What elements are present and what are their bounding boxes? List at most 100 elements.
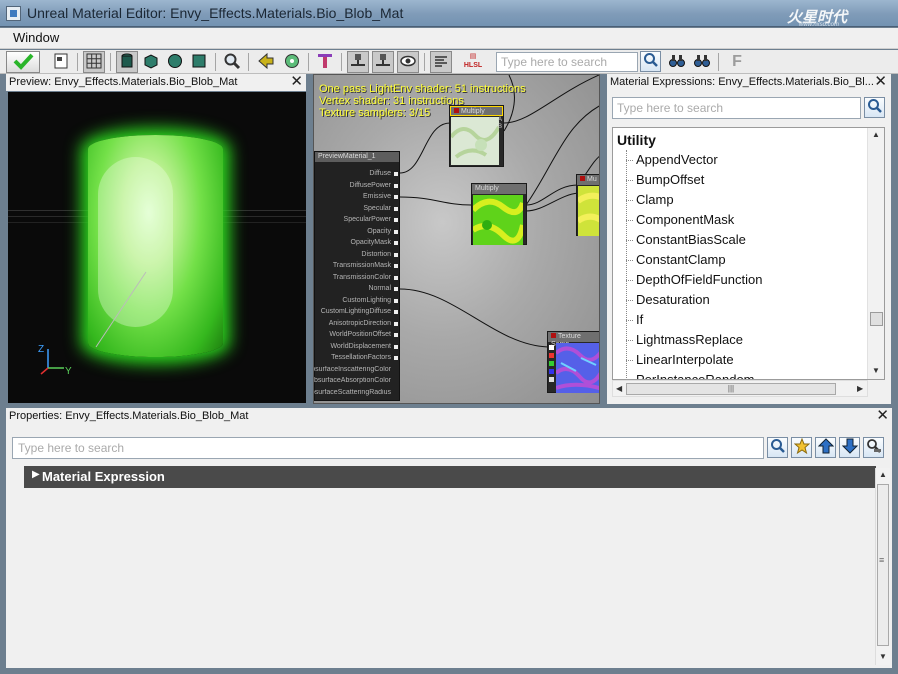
expressions-search-input[interactable]: Type here to search (612, 97, 861, 119)
expressions-hscroll-thumb[interactable]: ||| (626, 383, 836, 395)
material-result-node[interactable]: PreviewMaterial_1 Diffuse DiffusePower E… (314, 151, 400, 401)
pin-specular[interactable]: Specular (363, 205, 398, 212)
menu-window[interactable]: Window (13, 30, 59, 45)
scroll-left-arrow-icon[interactable]: ◀ (616, 384, 622, 393)
tree-item[interactable]: LinearInterpolate (626, 352, 734, 367)
find-next-button[interactable] (691, 51, 713, 73)
tree-item[interactable]: DepthOfFieldFunction (625, 272, 762, 287)
multiply-node-1[interactable]: Multiply A B (449, 105, 504, 167)
toggle-stats-button[interactable] (397, 51, 419, 73)
properties-search-input[interactable]: Type here to search (12, 437, 764, 459)
hide-connectors-button[interactable] (372, 51, 394, 73)
pin-normal[interactable]: Normal (368, 285, 398, 292)
expressions-close-button[interactable]: ✕ (874, 74, 887, 89)
scroll-right-arrow-icon[interactable]: ▶ (857, 384, 863, 393)
scroll-up-arrow-icon[interactable]: ▲ (872, 130, 880, 139)
multiply-node-2[interactable]: Multiply (471, 183, 527, 245)
node-collapse-icon (551, 333, 556, 338)
toolbar-separator (424, 53, 425, 71)
tree-item[interactable]: ConstantBiasScale (626, 232, 746, 247)
expressions-vertical-scrollbar[interactable]: ▲ ▼ (867, 128, 884, 379)
pin-diffuse[interactable]: Diffuse (369, 170, 398, 177)
collapse-all-button[interactable] (815, 437, 836, 458)
tree-item[interactable]: Desaturation (626, 292, 710, 307)
tree-item[interactable]: PerInstanceRandom (636, 372, 755, 379)
expand-all-button[interactable] (839, 437, 860, 458)
toolbar-search-button[interactable] (640, 51, 661, 72)
texture-sample-preview (556, 343, 599, 393)
pin-emissive[interactable]: Emissive (363, 193, 399, 200)
wire (399, 122, 451, 174)
expressions-search-button[interactable] (864, 97, 885, 118)
sync-browser-button[interactable] (50, 51, 72, 73)
pin-world-displacement[interactable]: WorldDisplacement (330, 343, 398, 350)
pin-a-label: A (497, 117, 502, 123)
toolbar-search-input[interactable]: Type here to search (496, 52, 638, 72)
properties-scroll-thumb[interactable]: ≡ (877, 484, 889, 646)
binoculars-next-icon (694, 55, 710, 67)
plane-preview-button[interactable] (188, 51, 210, 73)
pin-anisotropic-direction[interactable]: AnisotropicDirection (329, 320, 399, 327)
pin-opacity[interactable]: Opacity (367, 228, 398, 235)
category-material-expression[interactable]: ▶ Material Expression (24, 466, 876, 488)
properties-panel-header: Properties: Envy_Effects.Materials.Bio_B… (6, 408, 892, 425)
pin-transmission-mask[interactable]: TransmissionMask (333, 262, 399, 269)
go-to-node-button[interactable] (255, 51, 277, 73)
show-connectors-button[interactable] (347, 51, 369, 73)
cylinder-preview-button[interactable] (116, 51, 138, 73)
plane-icon (192, 54, 206, 68)
multiply-node-3[interactable]: Mu (576, 174, 599, 236)
pin-opacity-mask[interactable]: OpacityMask (351, 239, 399, 246)
multiply-node-3-preview (578, 186, 599, 236)
find-previous-button[interactable] (666, 51, 688, 73)
pin-distortion[interactable]: Distortion (361, 251, 398, 258)
pin-world-position-offset[interactable]: WorldPositionOffset (329, 331, 398, 338)
clean-unused-button[interactable] (314, 51, 336, 73)
pin-custom-lighting[interactable]: CustomLighting (342, 297, 398, 304)
tree-item[interactable]: LightmassReplace (626, 332, 743, 347)
property-options-button[interactable] (863, 437, 884, 458)
find-usage-button[interactable]: F (726, 51, 748, 73)
expressions-tree[interactable]: Utility AppendVector BumpOffset Clamp Co… (612, 127, 885, 380)
pin-custom-lighting-diffuse[interactable]: CustomLightingDiffuse (321, 308, 399, 315)
toggle-text-button[interactable] (430, 51, 452, 73)
pin-subsurface-absorption-color[interactable]: SubsurfaceAbsorptionColor (314, 377, 391, 384)
cube-preview-button[interactable] (140, 51, 162, 73)
scroll-up-arrow-icon[interactable]: ▲ (879, 470, 887, 479)
favorites-button[interactable] (791, 437, 812, 458)
expand-triangle-icon[interactable]: ▶ (32, 469, 40, 480)
realtime-preview-button[interactable] (281, 51, 303, 73)
pin-diffuse-power[interactable]: DiffusePower (349, 182, 398, 189)
apply-button[interactable] (6, 51, 40, 73)
scroll-down-arrow-icon[interactable]: ▼ (879, 652, 887, 661)
pin-subsurface-inscattering-color[interactable]: SubsurfaceInscatteringColor (314, 366, 391, 373)
pin-subsurface-scattering-radius[interactable]: SubsurfaceScatteringRadius (314, 389, 391, 396)
sphere-preview-button[interactable] (164, 51, 186, 73)
tree-item[interactable]: ConstantClamp (626, 252, 726, 267)
preview-close-button[interactable]: ✕ (290, 74, 303, 89)
tree-item[interactable]: BumpOffset (625, 172, 704, 187)
properties-search-button[interactable] (767, 437, 788, 458)
menu-bar: Window (0, 28, 898, 49)
pin-transmission-color[interactable]: TransmissionColor (333, 274, 399, 281)
properties-close-button[interactable]: ✕ (876, 408, 889, 423)
wire (399, 196, 472, 206)
tree-item[interactable]: ComponentMask (625, 212, 734, 227)
material-graph-canvas[interactable]: One pass LightEnv shader: 51 instruction… (313, 74, 600, 404)
tree-category-utility[interactable]: Utility (617, 132, 656, 148)
tree-item[interactable]: Clamp (626, 192, 674, 207)
expressions-horizontal-scrollbar[interactable]: ◀ ||| ▶ (612, 380, 868, 397)
tree-guide-line (626, 150, 627, 379)
pin-specular-power[interactable]: SpecularPower (344, 216, 399, 223)
expressions-scroll-thumb[interactable] (870, 312, 883, 326)
toggle-grid-button[interactable] (83, 51, 105, 73)
tree-item[interactable]: AppendVector (626, 152, 718, 167)
scroll-down-arrow-icon[interactable]: ▼ (872, 366, 880, 375)
zoom-fit-button[interactable] (221, 51, 243, 73)
view-hlsl-button[interactable]: ▤ HLSL (462, 51, 484, 73)
preview-viewport[interactable]: Z Y (8, 92, 306, 403)
properties-vertical-scrollbar[interactable]: ▲ ≡ ▼ (875, 468, 890, 665)
texture-sample-node[interactable]: Texture Samp (547, 331, 599, 393)
tree-item[interactable]: If (625, 312, 643, 327)
pin-tessellation-factors[interactable]: TessellationFactors (331, 354, 398, 361)
